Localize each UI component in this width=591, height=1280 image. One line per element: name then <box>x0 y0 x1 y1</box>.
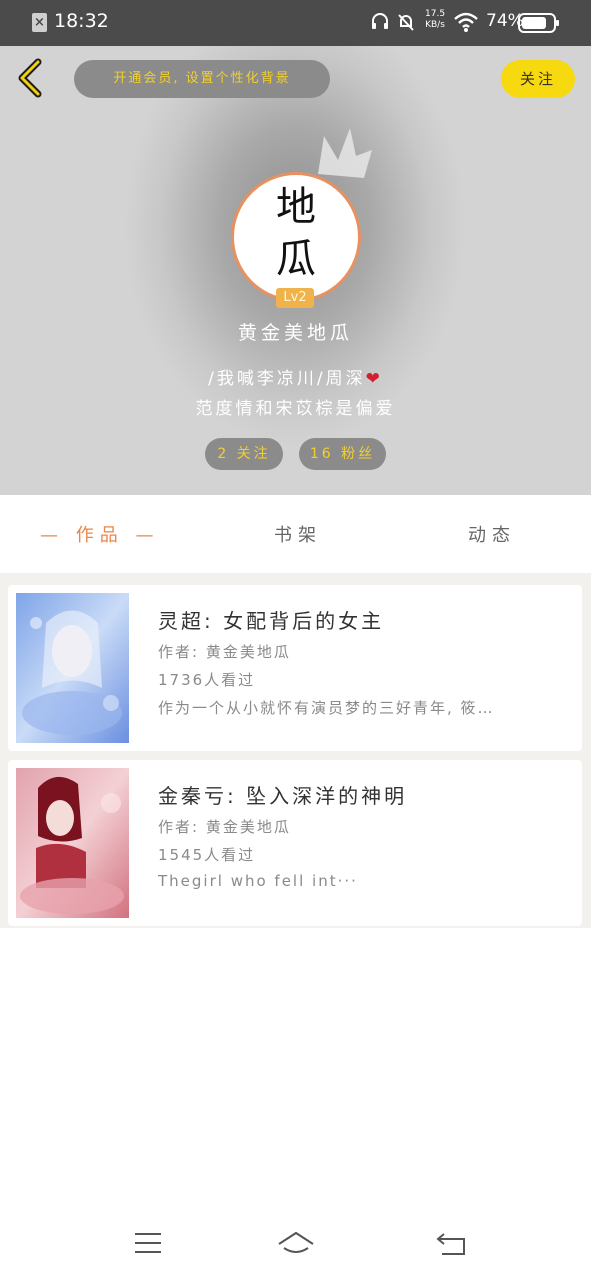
net-speed: 17.5 KB/s <box>425 9 445 31</box>
book-cover[interactable] <box>16 593 129 743</box>
list-item[interactable]: 金秦亏: 坠入深洋的神明 作者: 黄金美地瓜 1545人看过 Thegirl w… <box>8 760 582 926</box>
bio-line-2: 范度情和宋苡棕是偏爱 <box>195 399 396 419</box>
home-icon[interactable] <box>276 1230 316 1260</box>
return-icon[interactable] <box>434 1230 468 1258</box>
work-title: 灵超: 女配背后的女主 <box>158 609 385 633</box>
tab-bookshelf[interactable]: 书架 <box>274 521 322 547</box>
divider <box>0 573 591 584</box>
tab-activity[interactable]: 动态 <box>468 521 516 547</box>
back-chevron-icon[interactable] <box>12 58 52 98</box>
work-views: 1736人看过 <box>158 671 256 689</box>
mute-bell-icon <box>398 14 414 31</box>
profile-header: 开通会员, 设置个性化背景 关注 地 瓜 Lv2 黄金美地瓜 /我喊李凉川/周深… <box>0 46 591 495</box>
following-count[interactable]: 2 关注 <box>205 438 283 470</box>
book-cover[interactable] <box>16 768 129 918</box>
two-hearts-icon: ❤ <box>365 369 383 389</box>
wifi-icon <box>454 12 478 32</box>
profile-tabs: — 作品 — 书架 动态 <box>0 497 591 573</box>
avatar[interactable]: 地 瓜 <box>231 172 361 302</box>
works-list: 灵超: 女配背后的女主 作者: 黄金美地瓜 1736人看过 作为一个从小就怀有演… <box>0 584 591 928</box>
bio: /我喊李凉川/周深❤ 范度情和宋苡棕是偏爱 <box>0 364 591 424</box>
work-summary: Thegirl who fell int··· <box>158 872 358 890</box>
work-views: 1545人看过 <box>158 846 256 864</box>
list-item[interactable]: 灵超: 女配背后的女主 作者: 黄金美地瓜 1736人看过 作为一个从小就怀有演… <box>8 585 582 751</box>
status-time: 18:32 <box>54 10 109 32</box>
battery-icon <box>518 13 559 33</box>
level-badge: Lv2 <box>276 288 314 308</box>
headphones-icon <box>372 13 388 29</box>
menu-icon[interactable] <box>133 1230 163 1256</box>
bio-line-1: /我喊李凉川/周深❤ <box>0 364 591 394</box>
system-nav-bar <box>0 1210 591 1280</box>
work-author: 作者: 黄金美地瓜 <box>158 818 291 836</box>
username: 黄金美地瓜 <box>237 322 353 344</box>
avatar-text: 地 瓜 <box>276 184 316 282</box>
notification-icon: × <box>32 13 47 32</box>
work-author: 作者: 黄金美地瓜 <box>158 643 291 661</box>
tab-works[interactable]: — 作品 — <box>40 521 159 547</box>
work-title: 金秦亏: 坠入深洋的神明 <box>158 784 408 808</box>
vip-banner[interactable]: 开通会员, 设置个性化背景 <box>74 60 330 98</box>
follow-button[interactable]: 关注 <box>501 60 575 98</box>
fans-count[interactable]: 16 粉丝 <box>299 438 386 470</box>
work-summary: 作为一个从小就怀有演员梦的三好青年, 筱… <box>158 699 495 717</box>
net-speed-value: 17.5 <box>425 9 446 19</box>
status-bar: × 18:32 17.5 KB/s 74% <box>0 0 591 46</box>
bio-line-1-text: /我喊李凉川/周深 <box>208 369 366 389</box>
net-speed-unit: KB/s <box>425 20 445 30</box>
